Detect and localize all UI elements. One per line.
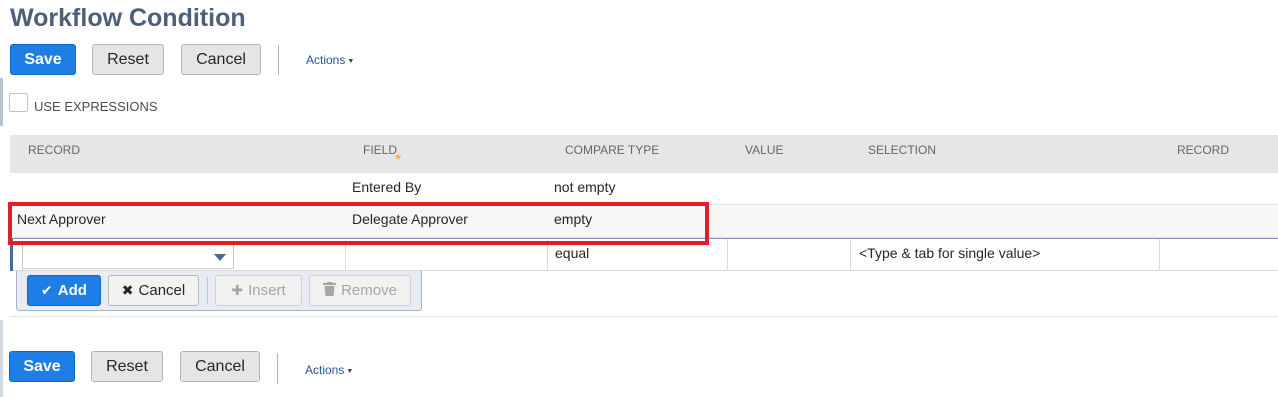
- cancel-button[interactable]: Cancel: [181, 44, 261, 75]
- left-edge-strip: [0, 320, 3, 397]
- grid-bottom-border: [10, 316, 1278, 317]
- insert-label: Insert: [248, 282, 286, 299]
- cell-compare-type: not empty: [554, 179, 616, 195]
- required-icon: *: [395, 152, 402, 169]
- reset-button-bottom[interactable]: Reset: [91, 351, 163, 382]
- record-select[interactable]: [22, 243, 234, 269]
- compare-type-select[interactable]: equal: [555, 245, 589, 261]
- cell-divider: [850, 239, 851, 271]
- row-cancel-label: Cancel: [138, 282, 186, 299]
- table-row[interactable]: Entered By not empty: [10, 173, 1278, 205]
- chevron-down-icon[interactable]: [214, 254, 226, 261]
- trash-icon: [323, 282, 337, 299]
- actions-menu[interactable]: Actions ▼: [306, 53, 354, 67]
- caret-down-icon: ▼: [347, 58, 355, 65]
- cell-field: Entered By: [352, 179, 422, 195]
- column-header-record-2: RECORD: [1177, 143, 1230, 157]
- add-button[interactable]: ✔ Add: [27, 275, 101, 306]
- insert-button[interactable]: ✚ Insert: [215, 275, 302, 306]
- use-expressions-label: USE EXPRESSIONS: [34, 99, 158, 114]
- save-button[interactable]: Save: [10, 44, 76, 75]
- actions-menu-bottom[interactable]: Actions ▼: [305, 363, 353, 377]
- value-input[interactable]: [728, 239, 850, 271]
- close-icon: ✖: [121, 282, 134, 298]
- caret-down-icon: ▼: [346, 368, 354, 375]
- toolbar-divider: [278, 45, 279, 75]
- toolbar-divider: [277, 353, 278, 384]
- column-header-record: RECORD: [28, 143, 81, 157]
- plus-icon: ✚: [231, 282, 244, 298]
- reset-button[interactable]: Reset: [92, 44, 164, 75]
- remove-label: Remove: [341, 282, 397, 299]
- add-label: Add: [57, 282, 87, 299]
- row-edit-toolbar: ✔ Add ✖ Cancel ✚ Insert Remove: [16, 271, 422, 311]
- grid-header: RECORD FIELD * COMPARE TYPE VALUE SELECT…: [10, 135, 1278, 173]
- checkmark-icon: ✔: [41, 282, 53, 298]
- cell-divider: [1159, 239, 1160, 271]
- use-expressions-checkbox[interactable]: [9, 93, 28, 112]
- column-header-compare-type: COMPARE TYPE: [565, 143, 660, 157]
- selection-input[interactable]: <Type & tab for single value>: [859, 245, 1040, 261]
- actions-label: Actions: [305, 363, 345, 377]
- row-cancel-button[interactable]: ✖ Cancel: [108, 275, 199, 306]
- column-header-selection: SELECTION: [868, 143, 937, 157]
- left-edge-strip: [0, 78, 3, 126]
- page-title: Workflow Condition: [10, 4, 246, 32]
- left-edge: [0, 0, 3, 397]
- column-header-value: VALUE: [745, 143, 784, 157]
- save-button-bottom[interactable]: Save: [9, 351, 75, 382]
- highlight-box: [8, 202, 709, 245]
- cancel-button-bottom[interactable]: Cancel: [180, 351, 260, 382]
- toolbar-divider: [207, 277, 208, 304]
- actions-label: Actions: [306, 53, 346, 67]
- column-header-field: FIELD: [363, 143, 398, 157]
- remove-button[interactable]: Remove: [309, 275, 411, 306]
